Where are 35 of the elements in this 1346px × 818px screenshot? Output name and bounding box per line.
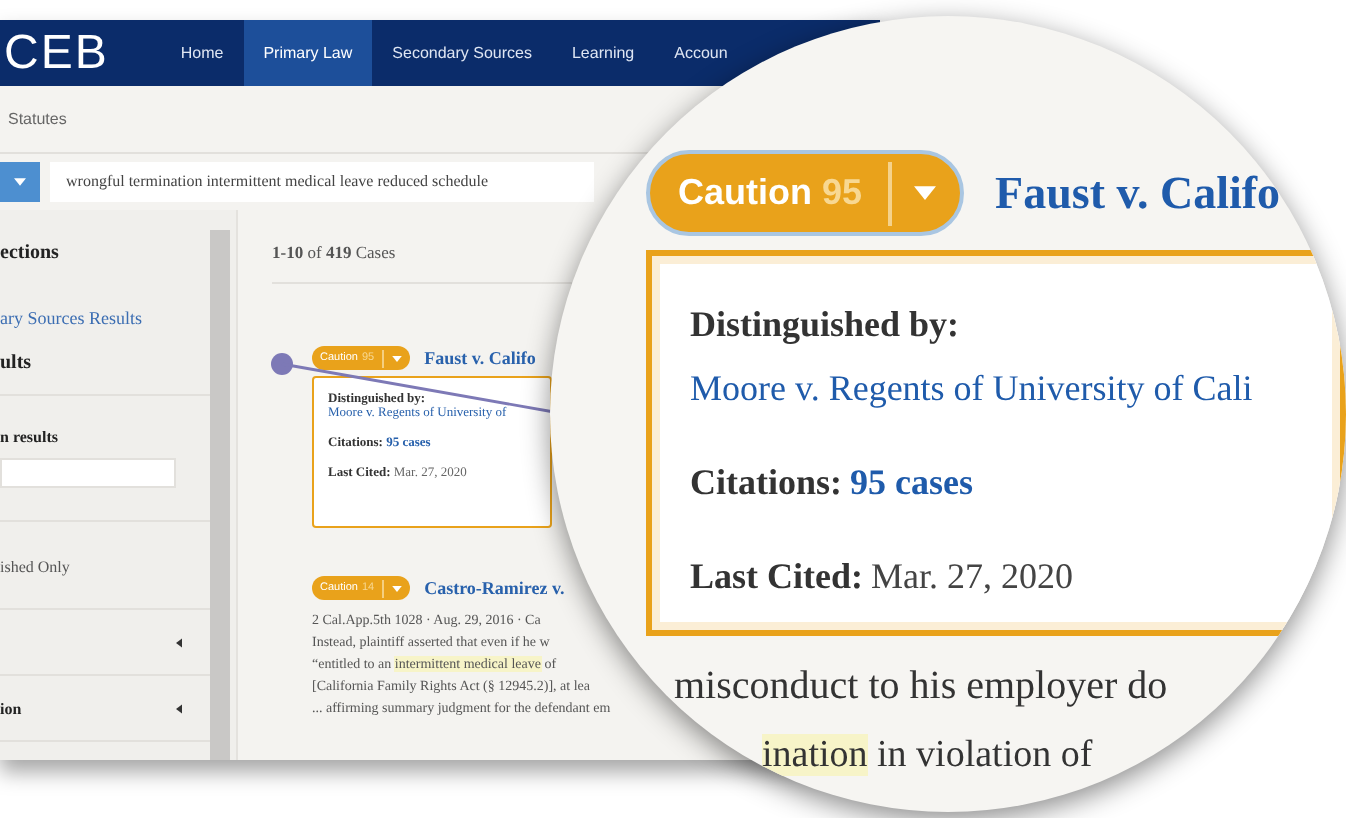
caret-icon	[913, 186, 936, 200]
case-title[interactable]: Castro-Ramirez v.	[424, 578, 565, 598]
caret-icon	[392, 355, 403, 361]
nav-tab[interactable]: Primary Law	[243, 20, 373, 86]
caret-icon	[14, 178, 26, 186]
snippet-line: ination in violation of	[762, 734, 1093, 776]
citations-link[interactable]: 95 cases	[850, 462, 973, 502]
last-cited-date: Mar. 27, 2020	[871, 556, 1073, 596]
case-title[interactable]: Faust v. Califo	[995, 167, 1281, 219]
results-count: 1-10 of 419 Cases	[272, 242, 398, 262]
case-title[interactable]: Faust v. Califo	[424, 348, 536, 368]
snippet-line: misconduct to his employer do	[674, 664, 1168, 708]
filter-option[interactable]: ished Only	[0, 558, 70, 576]
nav-tab[interactable]: Home	[180, 43, 224, 63]
nav-tab[interactable]: Secondary Sources	[392, 43, 532, 63]
caret-icon	[392, 585, 403, 591]
caret-icon[interactable]	[176, 637, 182, 647]
nav-tab[interactable]: Learning	[571, 43, 635, 63]
nav-tab[interactable]: Accoun	[674, 43, 728, 63]
logo: CEB	[2, 24, 111, 84]
filter-section[interactable]: ion	[0, 699, 22, 717]
sidebar-link[interactable]: ary Sources Results	[0, 308, 142, 328]
card-label: Citations:	[690, 462, 842, 502]
sidebar-heading: ections	[0, 242, 59, 264]
card-label: Last Cited:	[690, 556, 863, 596]
sidebar-heading: ults	[0, 352, 32, 374]
scrollbar[interactable]	[210, 230, 230, 760]
caret-icon[interactable]	[176, 703, 182, 713]
search-field[interactable]: wrongful termination intermittent medical leave reduced schedule	[50, 162, 594, 202]
case-link[interactable]: Moore v. Regents of University of Cali	[690, 368, 1253, 408]
search-type-dropdown[interactable]	[0, 162, 40, 202]
filter-field[interactable]	[0, 458, 176, 488]
card-label: Distinguished by:	[690, 304, 960, 344]
filter-label: n results	[0, 428, 58, 446]
breadcrumb[interactable]: Statutes	[8, 110, 67, 128]
